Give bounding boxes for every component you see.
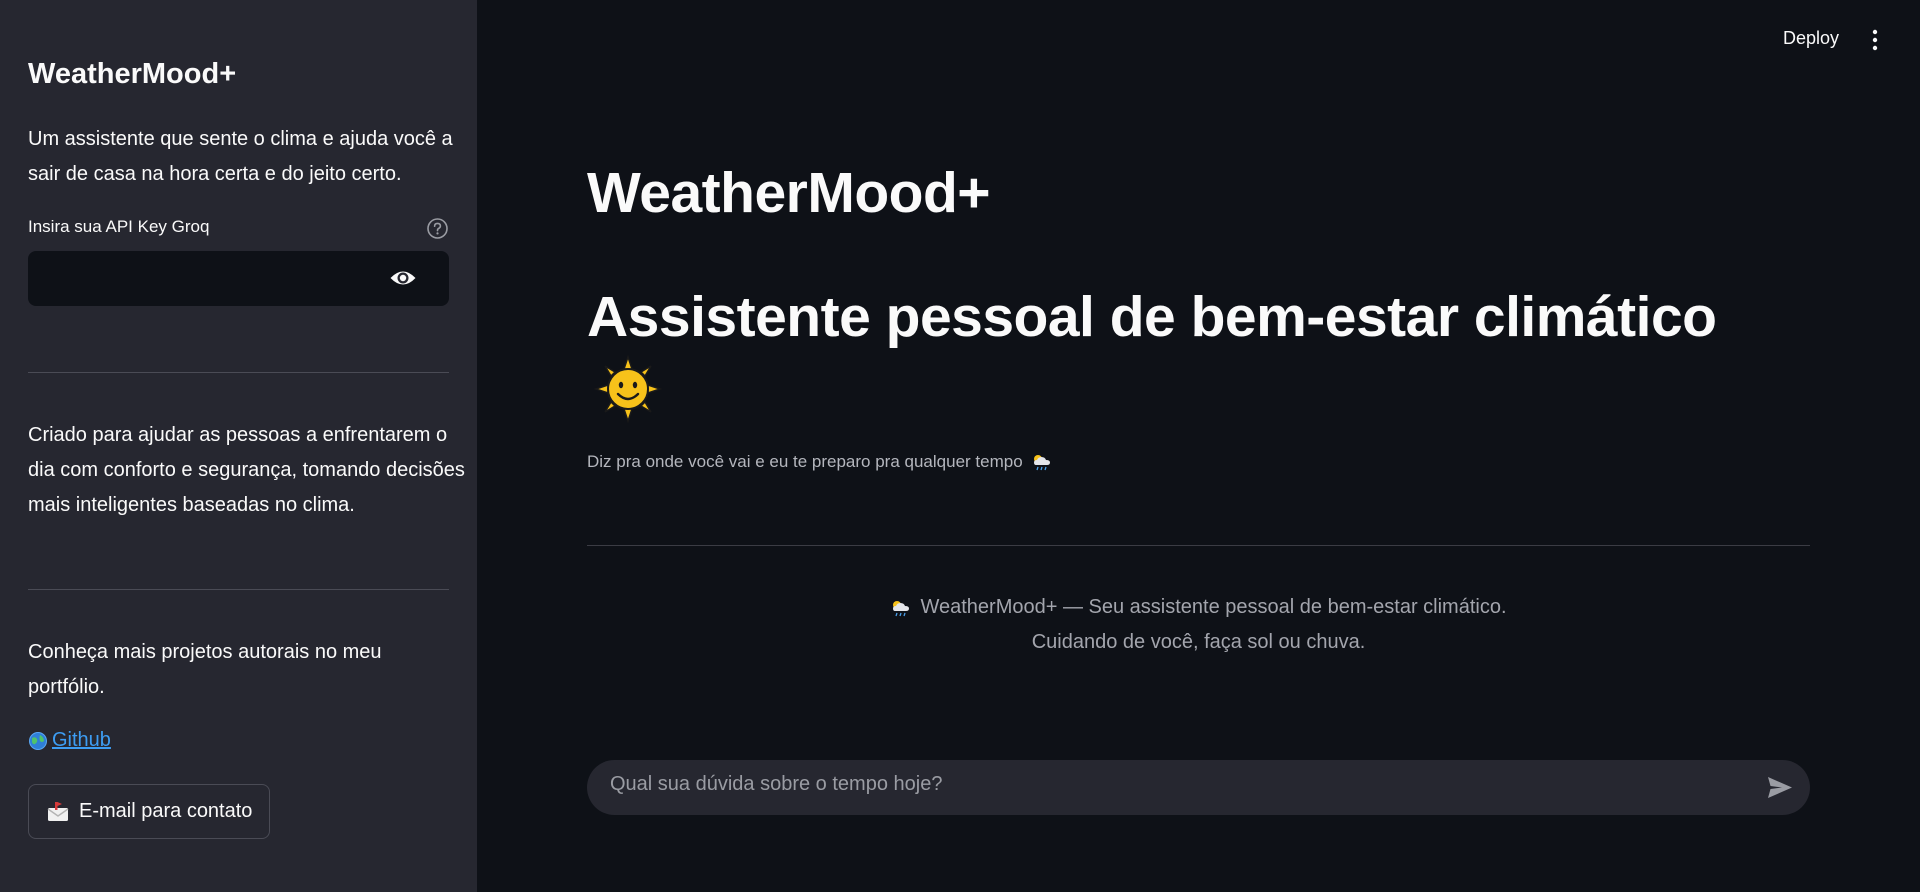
eye-icon[interactable]	[389, 266, 417, 290]
sidebar-divider-2	[28, 589, 449, 590]
email-contact-button[interactable]: E-mail para contato	[28, 784, 271, 839]
main-divider	[587, 545, 1810, 546]
chat-input-placeholder[interactable]: Qual sua dúvida sobre o tempo hoje?	[610, 773, 942, 796]
sidebar: WeatherMood+ Um assistente que sente o c…	[0, 0, 477, 892]
globe-icon	[28, 731, 48, 751]
cloud-rain-icon	[890, 599, 912, 617]
sidebar-title: WeatherMood+	[28, 58, 237, 90]
github-link[interactable]: Github	[28, 729, 111, 752]
github-link-label: Github	[52, 729, 111, 751]
footer-line-2: Cuidando de você, faça sol ou chuva.	[1031, 631, 1366, 653]
kebab-menu-icon[interactable]	[1868, 28, 1882, 52]
cloud-rain-icon	[1031, 453, 1053, 471]
api-key-input[interactable]	[28, 251, 449, 306]
sidebar-portfolio-text: Conheça mais projetos autorais no meu po…	[28, 641, 382, 698]
footer-line-1: WeatherMood+ — Seu assistente pessoal de…	[587, 590, 1810, 625]
email-button-label: E-mail para contato	[79, 800, 253, 822]
send-icon[interactable]	[1766, 775, 1794, 800]
footer: WeatherMood+ — Seu assistente pessoal de…	[587, 590, 1810, 660]
envelope-icon	[46, 801, 70, 823]
help-icon[interactable]	[426, 217, 449, 240]
footer-line-1-text: WeatherMood+ — Seu assistente pessoal de…	[920, 596, 1507, 618]
sun-face-icon	[594, 355, 662, 423]
api-key-label: Insira sua API Key Groq	[28, 217, 210, 236]
page-title: WeatherMood+	[587, 161, 991, 225]
sidebar-created-text: Criado para ajudar as pessoas a enfrenta…	[28, 424, 465, 516]
deploy-button[interactable]: Deploy	[1783, 28, 1839, 49]
page-subtitle: Assistente pessoal de bem-estar climátic…	[587, 285, 1717, 349]
page-caption: Diz pra onde você vai e eu te preparo pr…	[587, 452, 1053, 472]
sidebar-description: Um assistente que sente o clima e ajuda …	[28, 128, 453, 185]
sidebar-divider-1	[28, 372, 449, 373]
caption-text: Diz pra onde você vai e eu te preparo pr…	[587, 452, 1023, 471]
